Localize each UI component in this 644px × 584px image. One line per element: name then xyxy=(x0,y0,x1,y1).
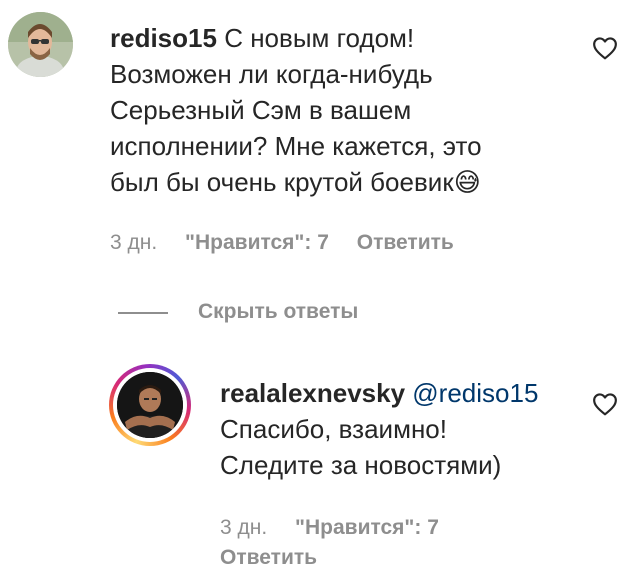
reply-text-line: Следите за новостями) xyxy=(220,450,502,480)
replies-divider xyxy=(118,312,168,314)
reply-like-button[interactable] xyxy=(592,392,618,416)
reply-line-1: realalexnevsky @rediso15 xyxy=(220,375,590,411)
hide-replies-button[interactable]: Скрыть ответы xyxy=(198,300,358,324)
reply-meta: 3 дн. "Нравится": 7 xyxy=(220,516,461,540)
user-photo xyxy=(117,372,183,438)
reply-reply-button[interactable]: Ответить xyxy=(220,546,317,570)
reply-mention[interactable]: @rediso15 xyxy=(412,378,538,408)
like-button[interactable] xyxy=(592,36,618,60)
comment-text-line: Серьезный Сэм в вашем xyxy=(110,95,412,125)
comment-time: 3 дн. xyxy=(110,231,158,254)
heart-outline-icon xyxy=(593,393,617,416)
reply-text-line: Спасибо, взаимно! xyxy=(220,414,447,444)
comment-likes[interactable]: "Нравится": 7 xyxy=(185,231,329,254)
heart-outline-icon xyxy=(593,37,617,60)
comment-username[interactable]: rediso15 xyxy=(110,23,217,53)
reply-username[interactable]: realalexnevsky xyxy=(220,378,405,408)
comment-line-1: rediso15 С новым годом! xyxy=(110,20,580,56)
comment-text-line: был бы очень крутой боевик😅 xyxy=(110,167,481,197)
comment-reply-button[interactable]: Ответить xyxy=(357,231,454,254)
comment-text-line: Возможен ли когда-нибудь xyxy=(110,59,433,89)
avatar[interactable] xyxy=(8,12,73,77)
reply-avatar[interactable] xyxy=(109,364,191,446)
reply-time: 3 дн. xyxy=(220,516,268,539)
user-photo xyxy=(8,12,73,77)
comment-body: rediso15 С новым годом! Возможен ли когд… xyxy=(110,20,580,200)
comment-meta: 3 дн. "Нравится": 7 Ответить xyxy=(110,231,476,255)
reply-body: realalexnevsky @rediso15 Спасибо, взаимн… xyxy=(220,375,590,483)
comment-text-line: С новым годом! xyxy=(224,23,415,53)
reply-likes[interactable]: "Нравится": 7 xyxy=(295,516,439,539)
comment-text-line: исполнении? Мне кажется, это xyxy=(110,131,482,161)
avatar xyxy=(117,372,183,438)
